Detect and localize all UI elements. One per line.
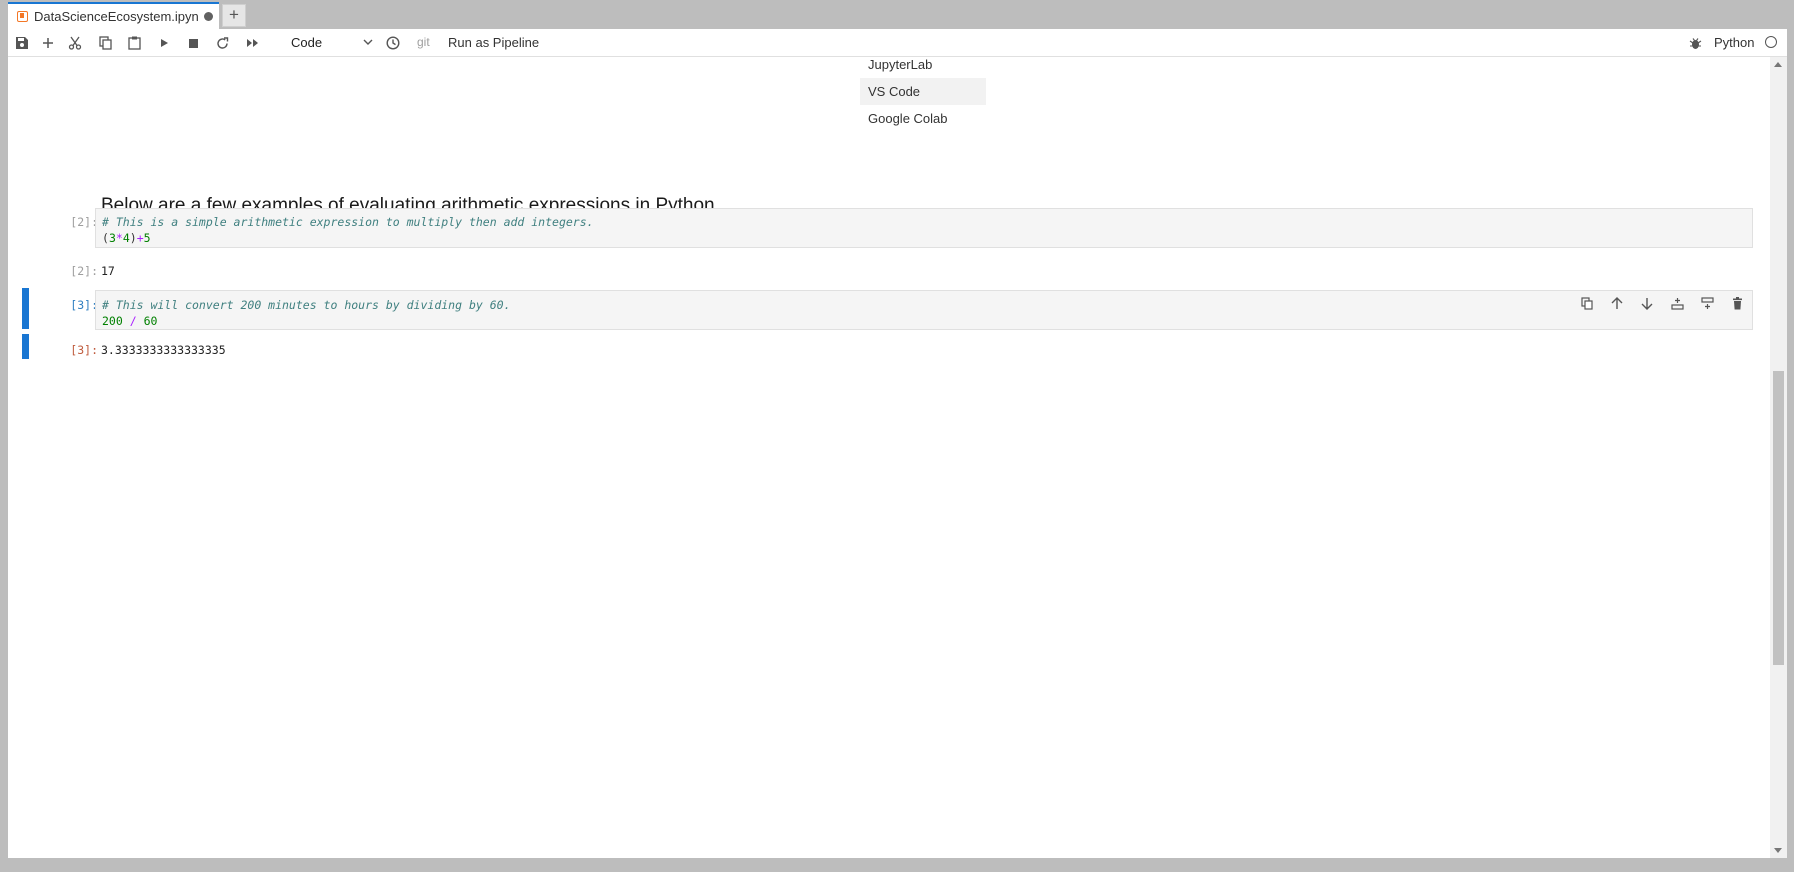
code-cell-input[interactable]: # This is a simple arithmetic expression… bbox=[95, 208, 1753, 248]
kernel-name[interactable]: Python bbox=[1714, 35, 1754, 50]
list-item: JupyterLab bbox=[868, 57, 933, 72]
notebook-content: JupyterLab VS Code Google Colab Below ar… bbox=[8, 57, 1770, 858]
tab-title: DataScienceEcosystem.ipyn bbox=[34, 9, 199, 24]
notebook-panel: Code git Run as Pipeline Python JupyterL… bbox=[8, 29, 1787, 858]
list-item: Google Colab bbox=[868, 111, 948, 126]
cell-output: 3.3333333333333335 bbox=[101, 343, 226, 357]
list-item: VS Code bbox=[860, 78, 986, 105]
tab-bar: DataScienceEcosystem.ipyn + bbox=[0, 0, 1794, 29]
run-icon[interactable] bbox=[153, 33, 175, 53]
code-comment: # This will convert 200 minutes to hours… bbox=[102, 298, 511, 312]
restart-icon[interactable] bbox=[211, 33, 233, 53]
new-tab-button[interactable]: + bbox=[222, 4, 246, 27]
kernel-status-icon bbox=[1765, 36, 1777, 48]
debugger-bug-icon[interactable] bbox=[1684, 33, 1706, 53]
duplicate-cell-icon[interactable] bbox=[1576, 292, 1598, 314]
save-icon[interactable] bbox=[11, 33, 33, 53]
output-prompt: [3]: bbox=[70, 343, 98, 357]
code-cell-input[interactable]: # This will convert 200 minutes to hours… bbox=[95, 290, 1753, 330]
scroll-up-icon[interactable] bbox=[1774, 62, 1782, 67]
run-as-pipeline-button[interactable]: Run as Pipeline bbox=[448, 35, 539, 50]
output-prompt: [2]: bbox=[70, 264, 98, 278]
stop-icon[interactable] bbox=[182, 33, 204, 53]
run-all-icon[interactable] bbox=[241, 33, 263, 53]
add-cell-icon[interactable] bbox=[37, 33, 59, 53]
paste-icon[interactable] bbox=[123, 33, 145, 53]
history-icon[interactable] bbox=[382, 33, 404, 53]
move-up-icon[interactable] bbox=[1606, 292, 1628, 314]
cell-type-value: Code bbox=[291, 35, 323, 50]
insert-below-icon[interactable] bbox=[1696, 292, 1718, 314]
delete-cell-icon[interactable] bbox=[1726, 292, 1748, 314]
code-comment: # This is a simple arithmetic expression… bbox=[102, 215, 594, 229]
code-line: 200 / 60 bbox=[102, 314, 158, 328]
unsaved-dot-icon[interactable] bbox=[203, 12, 213, 21]
git-button[interactable]: git bbox=[417, 35, 430, 49]
notebook-tab[interactable]: DataScienceEcosystem.ipyn bbox=[8, 2, 219, 29]
scroll-down-icon[interactable] bbox=[1774, 848, 1782, 853]
notebook-toolbar: Code git Run as Pipeline Python bbox=[8, 29, 1787, 57]
notebook-icon bbox=[17, 11, 28, 22]
cell-type-dropdown[interactable]: Code bbox=[285, 34, 377, 52]
copy-icon[interactable] bbox=[94, 33, 116, 53]
input-prompt: [3]: bbox=[70, 298, 98, 312]
scrollbar-thumb[interactable] bbox=[1773, 371, 1784, 665]
input-prompt: [2]: bbox=[70, 215, 98, 229]
cell-output: 17 bbox=[101, 264, 115, 278]
chevron-down-icon bbox=[363, 39, 373, 45]
code-line: (3*4)+5 bbox=[102, 231, 151, 245]
insert-above-icon[interactable] bbox=[1666, 292, 1688, 314]
move-down-icon[interactable] bbox=[1636, 292, 1658, 314]
cut-icon[interactable] bbox=[64, 33, 86, 53]
vertical-scrollbar[interactable] bbox=[1770, 57, 1787, 858]
status-bar bbox=[0, 858, 1794, 872]
